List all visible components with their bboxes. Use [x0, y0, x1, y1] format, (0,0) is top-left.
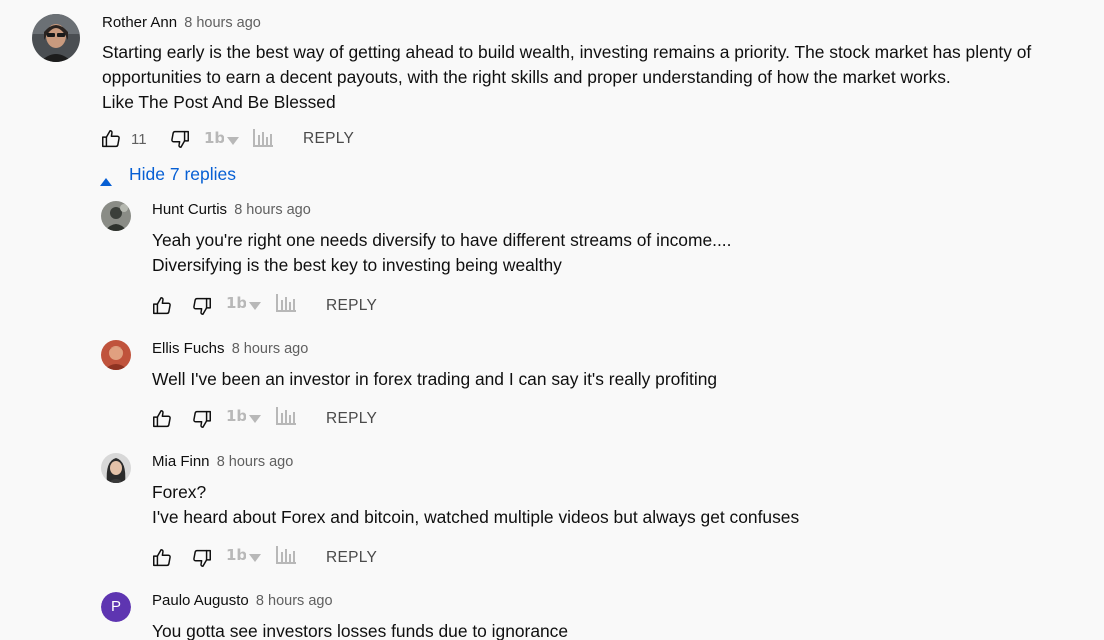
- reply-button[interactable]: REPLY: [303, 130, 354, 148]
- comment-actions: 1b REPLY: [151, 546, 391, 574]
- comment-text: Yeah you're right one needs diversify to…: [152, 228, 731, 278]
- thumbs-up-icon[interactable]: [151, 547, 173, 574]
- dropdown-caret-icon[interactable]: [249, 551, 261, 569]
- thumbs-down-icon[interactable]: [169, 128, 191, 155]
- avatar[interactable]: [101, 201, 131, 231]
- comment-text-line: I've heard about Forex and bitcoin, watc…: [152, 507, 800, 527]
- comment-header: Paulo Augusto 8 hours ago: [152, 592, 333, 609]
- timestamp[interactable]: 8 hours ago: [234, 202, 311, 218]
- tubebuddy-logo-icon[interactable]: 1b: [226, 407, 247, 430]
- reply-button[interactable]: REPLY: [326, 410, 377, 428]
- bar-chart-icon[interactable]: [253, 129, 273, 152]
- comment-header: Ellis Fuchs 8 hours ago: [152, 340, 308, 357]
- bar-chart-icon[interactable]: [276, 294, 296, 317]
- avatar[interactable]: [101, 453, 131, 483]
- comment-actions: 1b REPLY: [151, 294, 391, 322]
- author-name[interactable]: Mia Finn: [152, 453, 210, 470]
- comment-thread: Rother Ann 8 hours ago Starting early is…: [0, 0, 1104, 640]
- avatar-letter: P: [101, 592, 131, 622]
- comment-text: You gotta see investors losses funds due…: [152, 619, 568, 640]
- thumbs-down-icon[interactable]: [191, 295, 213, 322]
- bar-chart-icon[interactable]: [276, 546, 296, 569]
- author-name[interactable]: Rother Ann: [102, 14, 177, 31]
- comment-text-line: You gotta see investors losses funds due…: [152, 621, 569, 640]
- thumbs-down-icon[interactable]: [191, 408, 213, 435]
- reply-button[interactable]: REPLY: [326, 549, 377, 567]
- tubebuddy-logo-icon[interactable]: 1b: [226, 294, 247, 317]
- comment-text-line: Forex?: [152, 482, 207, 502]
- hide-replies-label: Hide 7 replies: [129, 164, 236, 184]
- svg-text:1b: 1b: [226, 407, 246, 425]
- avatar[interactable]: [101, 340, 131, 370]
- comment-header: Rother Ann 8 hours ago: [102, 14, 261, 31]
- dropdown-caret-icon[interactable]: [227, 134, 239, 152]
- caret-up-icon: [100, 170, 112, 191]
- bar-chart-icon[interactable]: [276, 407, 296, 430]
- thumbs-down-icon[interactable]: [191, 547, 213, 574]
- thumbs-up-icon[interactable]: [151, 295, 173, 322]
- thumbs-up-icon[interactable]: [100, 128, 122, 155]
- author-name[interactable]: Hunt Curtis: [152, 201, 227, 218]
- comment-text-line: Starting early is the best way of gettin…: [102, 42, 1032, 62]
- svg-text:1b: 1b: [226, 546, 246, 564]
- comment-text-line: Like The Post And Be Blessed: [102, 92, 336, 112]
- avatar[interactable]: [32, 14, 80, 62]
- author-name[interactable]: Ellis Fuchs: [152, 340, 225, 357]
- avatar[interactable]: P: [101, 592, 131, 622]
- comment-header: Mia Finn 8 hours ago: [152, 453, 293, 470]
- comment-text-line: opportunities to earn a decent payouts, …: [102, 67, 951, 87]
- comment-text-line: Yeah you're right one needs diversify to…: [152, 230, 732, 250]
- comment-text-line: Well I've been an investor in forex trad…: [152, 369, 718, 389]
- like-count: 11: [131, 131, 147, 148]
- tubebuddy-logo-icon[interactable]: 1b: [204, 129, 225, 152]
- comment-header: Hunt Curtis 8 hours ago: [152, 201, 311, 218]
- comment-actions: 1b REPLY: [151, 407, 391, 435]
- comment-text: Starting early is the best way of gettin…: [102, 40, 1031, 115]
- thumbs-up-icon[interactable]: [151, 408, 173, 435]
- svg-text:1b: 1b: [204, 129, 224, 147]
- timestamp[interactable]: 8 hours ago: [217, 454, 294, 470]
- comment-text: Forex? I've heard about Forex and bitcoi…: [152, 480, 799, 530]
- comment-text: Well I've been an investor in forex trad…: [152, 367, 717, 392]
- comment-text-line: Diversifying is the best key to investin…: [152, 255, 562, 275]
- timestamp[interactable]: 8 hours ago: [256, 593, 333, 609]
- author-name[interactable]: Paulo Augusto: [152, 592, 249, 609]
- reply-button[interactable]: REPLY: [326, 297, 377, 315]
- timestamp[interactable]: 8 hours ago: [184, 15, 261, 31]
- tubebuddy-logo-icon[interactable]: 1b: [226, 546, 247, 569]
- comment-actions: 11 1b REPLY: [100, 128, 400, 152]
- dropdown-caret-icon[interactable]: [249, 299, 261, 317]
- dropdown-caret-icon[interactable]: [249, 412, 261, 430]
- timestamp[interactable]: 8 hours ago: [232, 341, 309, 357]
- svg-text:1b: 1b: [226, 294, 246, 312]
